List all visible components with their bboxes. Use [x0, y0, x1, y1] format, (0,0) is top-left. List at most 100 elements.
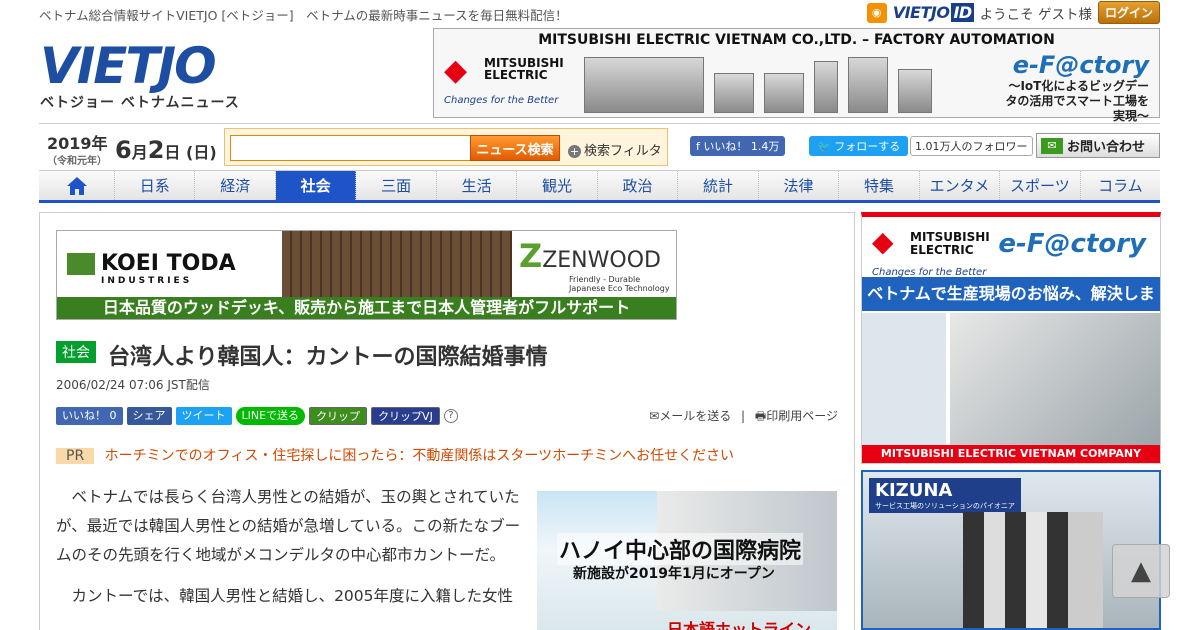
pr-link[interactable]: ホーチミンでのオフィス・住宅探しに困ったら：不動産関係はスターツホーチミンへお任…: [105, 448, 734, 464]
twitter-follow-button[interactable]: 🐦 フォローする: [809, 136, 909, 156]
product-image: [898, 69, 932, 113]
top-bar: ベトナム総合情報サイトVIETJO [ベトジョー] ベトナムの最新時事ニュースを…: [39, 0, 1160, 24]
nav-item-sanmen[interactable]: 三面: [356, 171, 437, 200]
facebook-share-button[interactable]: シェア: [126, 407, 172, 425]
pr-tag: PR: [56, 448, 95, 464]
efactory-logo: e-F@ctory 〜IoT化によるビッグデータの活用でスマート工場を実現〜: [999, 51, 1149, 124]
share-bar: いいね！ 0 シェア ツイート LINEで送る クリップ クリップVJ ?: [56, 407, 458, 425]
article-paragraph: ベトナムでは長らく台湾人男性との結婚が、玉の輿とされていたが、最近では韓国人男性…: [56, 488, 521, 564]
product-image: [764, 73, 804, 113]
article-body: ベトナムでは長らく台湾人男性との結婚が、玉の輿とされていたが、最近では韓国人男性…: [56, 483, 526, 623]
koei-toda-banner-ad[interactable]: KOEI TODA INDUSTRIES ZZENWOOD Friendly - D…: [56, 230, 677, 320]
hospital-ad[interactable]: ハノイ中心部の国際病院 新施設が2019年1月にオープン 日本語ホットライン: [537, 491, 837, 630]
zenwood-z-icon: Z: [519, 237, 543, 275]
mitsubishi-diamond-icon: ◆: [872, 225, 894, 258]
product-image: [848, 57, 888, 113]
login-button[interactable]: ログイン: [1097, 1, 1160, 24]
search-filter-link[interactable]: + 検索フィルタ: [568, 140, 662, 159]
nav-item-tourism[interactable]: 観光: [517, 171, 598, 200]
scroll-to-top-button[interactable]: ▲: [1112, 544, 1170, 598]
help-icon[interactable]: ?: [443, 409, 458, 423]
efactory-title: e-F@ctory: [1012, 51, 1149, 79]
mitsubishi-slogan: Changes for the Better: [444, 95, 559, 106]
search-box: ニュース検索 + 検索フィルタ: [224, 128, 668, 166]
nav-item-nikkei[interactable]: 日系: [115, 171, 196, 200]
logo-subtitle: ベトジョー ベトナムニュース: [40, 95, 240, 111]
nav-item-statistics[interactable]: 統計: [678, 171, 759, 200]
vietjo-id-logo[interactable]: VIETJO ID: [893, 3, 974, 22]
line-send-button[interactable]: LINEで送る: [235, 407, 306, 425]
efactory-copy: 〜IoT化によるビッグデータの活用でスマート工場を実現〜: [1005, 79, 1149, 123]
pr-line[interactable]: PR ホーチミンでのオフィス・住宅探しに困ったら：不動産関係はスターツホーチミン…: [56, 445, 734, 465]
nav-home[interactable]: [39, 171, 115, 200]
print-page-link[interactable]: 印刷用ページ: [766, 409, 838, 423]
product-image: [814, 61, 838, 113]
send-mail-link[interactable]: メールを送る: [659, 409, 731, 423]
efactory-title: e-F@ctory: [998, 229, 1146, 259]
koei-toda-mark-icon: [67, 253, 95, 275]
product-images: [584, 53, 1004, 113]
side-ad-footer: MITSUBISHI ELECTRIC VIETNAM COMPANY LIMI…: [862, 445, 1160, 478]
twitter-follower-count: 1.01万人のフォロワー: [910, 136, 1033, 156]
date-year: 2019年: [47, 134, 108, 153]
top-bar-right: ◉ VIETJO ID ようこそ ゲスト様 ログイン: [866, 1, 1160, 24]
nav-item-sports[interactable]: スポーツ: [1000, 171, 1081, 200]
hospital-ad-hotline: 日本語ホットライン: [667, 620, 812, 630]
header-ad-banner[interactable]: MITSUBISHI ELECTRIC VIETNAM CO.,LTD. – F…: [433, 28, 1160, 123]
contact-button[interactable]: ✉ お問い合わせ: [1036, 133, 1160, 158]
page: ベトナム総合情報サイトVIETJO [ベトジョー] ベトナムの最新時事ニュースを…: [0, 0, 1200, 630]
article-published-date: 2006/02/24 07:06 JST配信: [56, 378, 210, 392]
nav-item-entertainment[interactable]: エンタメ: [920, 171, 1001, 200]
mitsubishi-side-ad[interactable]: ◆ MITSUBISHI ELECTRIC Changes for the Be…: [861, 212, 1161, 478]
search-input[interactable]: [230, 135, 472, 161]
mail-icon: ✉: [1041, 137, 1063, 154]
printer-icon: 🖶: [754, 409, 767, 423]
date-era: （令和元年）: [47, 156, 107, 167]
site-logo[interactable]: VIETJO ベトジョー ベトナムニュース: [40, 40, 240, 112]
product-image: [584, 57, 704, 113]
home-icon: [66, 176, 87, 195]
main-nav: 日系 経済 社会 三面 生活 観光 政治 統計 法律 特集 エンタメ スポーツ …: [39, 170, 1160, 203]
rss-icon[interactable]: ◉: [866, 2, 887, 23]
zenwood-logo: ZZENWOOD Friendly - Durable Japanese Eco …: [519, 237, 670, 293]
hospital-ad-subline: 新施設が2019年1月にオープン: [573, 566, 775, 582]
factory-image: [950, 313, 1160, 449]
current-date: 2019年 （令和元年） 6月2日 (日): [47, 130, 217, 167]
hospital-ad-headline: ハノイ中心部の国際病院: [557, 533, 804, 565]
mitsubishi-diamond-icon: ◆: [444, 53, 468, 88]
nav-item-economy[interactable]: 経済: [195, 171, 276, 200]
side-ad-headline: ベトナムで生産現場のお悩み、解決します。: [862, 277, 1160, 337]
plus-icon: +: [568, 145, 581, 158]
vietnam-map-image: [862, 313, 946, 449]
banner-ad-band: 日本品質のウッドデッキ、販売から施工まで日本人管理者がフルサポート: [57, 297, 676, 319]
nav-item-life[interactable]: 生活: [437, 171, 518, 200]
nav-item-column[interactable]: コラム: [1081, 171, 1160, 200]
business-people-image: [963, 512, 1103, 628]
nav-item-features[interactable]: 特集: [839, 171, 920, 200]
logo-text: VIETJO: [40, 37, 217, 95]
nav-item-politics[interactable]: 政治: [598, 171, 679, 200]
date-search-row: 2019年 （令和元年） 6月2日 (日) ニュース検索 + 検索フィルタ f い…: [39, 123, 1160, 168]
site-tagline: ベトナム総合情報サイトVIETJO [ベトジョー] ベトナムの最新時事ニュースを…: [39, 8, 568, 23]
kizuna-logo: KIZUNA サービス工場のソリューションのパイオニア: [869, 478, 1021, 513]
search-button[interactable]: ニュース検索: [470, 135, 560, 161]
header-ad-title: MITSUBISHI ELECTRIC VIETNAM CO.,LTD. – F…: [538, 32, 1055, 48]
koei-toda-logo: KOEI TODA INDUSTRIES: [67, 251, 236, 286]
mitsubishi-brand: MITSUBISHI ELECTRIC: [484, 56, 564, 82]
mitsubishi-logo: ◆ MITSUBISHI ELECTRIC Changes for the Be…: [444, 51, 564, 111]
category-badge[interactable]: 社会: [56, 341, 96, 363]
wood-deck-image: [282, 231, 512, 301]
twitter-icon: 🐦: [817, 140, 835, 153]
welcome-text: ようこそ ゲスト様: [979, 6, 1092, 23]
mail-print-links: ✉メールを送る | 🖶印刷用ページ: [649, 409, 838, 423]
facebook-like-article-button[interactable]: いいね！ 0: [56, 407, 123, 425]
nav-item-society[interactable]: 社会: [275, 171, 357, 200]
mail-icon: ✉: [649, 409, 660, 423]
facebook-like-button[interactable]: f いいね！ 1.4万: [690, 136, 786, 156]
nav-item-law[interactable]: 法律: [759, 171, 840, 200]
clip-vj-button[interactable]: クリップVJ: [371, 407, 440, 425]
clip-button[interactable]: クリップ: [309, 407, 368, 425]
mitsubishi-brand: MITSUBISHI ELECTRIC: [910, 230, 990, 257]
article-column: KOEI TODA INDUSTRIES ZZENWOOD Friendly - D…: [39, 212, 855, 630]
tweet-button[interactable]: ツイート: [175, 407, 232, 425]
